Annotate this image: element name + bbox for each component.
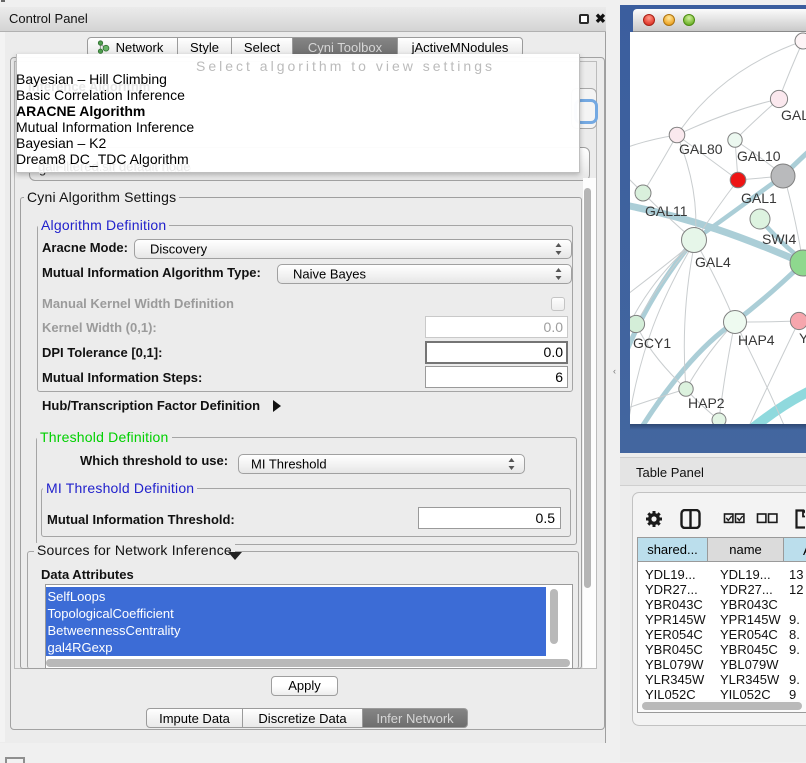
svg-text:Y: Y [799, 330, 806, 346]
svg-text:HAP2: HAP2 [688, 395, 725, 411]
svg-text:GAL: GAL [781, 107, 806, 123]
svg-text:GCY1: GCY1 [633, 335, 671, 351]
svg-text:SWI4: SWI4 [762, 231, 796, 247]
svg-text:HAP4: HAP4 [738, 332, 775, 348]
svg-text:GAL80: GAL80 [679, 141, 723, 157]
svg-text:GAL1: GAL1 [741, 190, 777, 206]
svg-text:GAL10: GAL10 [737, 148, 781, 164]
svg-text:GAL11: GAL11 [645, 203, 688, 219]
svg-text:GAL4: GAL4 [695, 254, 731, 270]
